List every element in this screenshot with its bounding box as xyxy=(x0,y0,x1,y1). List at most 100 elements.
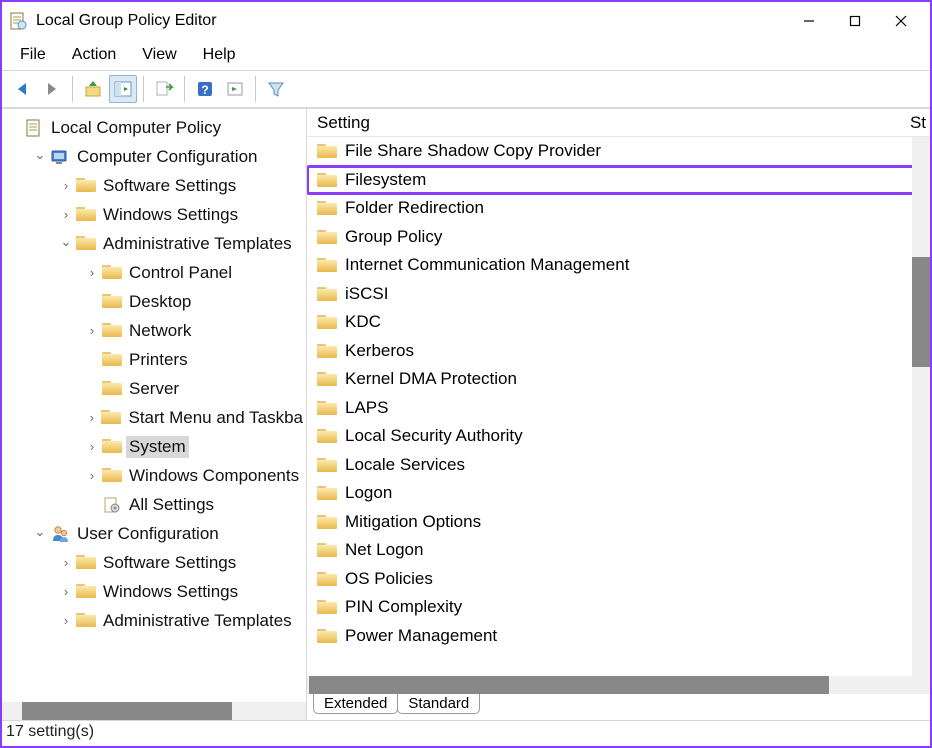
tree-node[interactable]: ›Software Settings xyxy=(2,548,306,577)
filter-button[interactable] xyxy=(262,75,290,103)
tree-node[interactable]: ⌄Administrative Templates xyxy=(2,229,306,258)
tree-node[interactable]: All Settings xyxy=(2,490,306,519)
list-item-label: Locale Services xyxy=(345,455,465,475)
menu-action[interactable]: Action xyxy=(62,44,126,66)
list-horizontal-scrollbar[interactable] xyxy=(307,676,930,694)
list-item[interactable]: PIN Complexity xyxy=(307,593,930,622)
expand-icon[interactable]: › xyxy=(84,439,100,454)
list-item-label: Internet Communication Management xyxy=(345,255,629,275)
folder-icon xyxy=(317,370,337,388)
list-item[interactable]: Net Logon xyxy=(307,536,930,565)
list-item[interactable]: Group Policy xyxy=(307,223,930,252)
expand-icon[interactable]: › xyxy=(58,555,74,570)
forward-button[interactable] xyxy=(38,75,66,103)
tree-node[interactable]: Local Computer Policy xyxy=(2,113,306,142)
folder-icon xyxy=(76,205,96,225)
column-setting[interactable]: Setting xyxy=(307,113,900,133)
tree-node[interactable]: ›Windows Settings xyxy=(2,577,306,606)
help-button[interactable]: ? xyxy=(191,75,219,103)
tree-node[interactable]: ›Windows Components xyxy=(2,461,306,490)
properties-button[interactable] xyxy=(221,75,249,103)
maximize-button[interactable] xyxy=(832,6,878,36)
list-item-label: Logon xyxy=(345,483,392,503)
close-button[interactable] xyxy=(878,6,924,36)
folder-icon xyxy=(317,627,337,645)
up-button[interactable] xyxy=(79,75,107,103)
menu-help[interactable]: Help xyxy=(193,44,246,66)
folder-icon xyxy=(317,199,337,217)
export-button[interactable] xyxy=(150,75,178,103)
tree-node[interactable]: Server xyxy=(2,374,306,403)
tree[interactable]: Local Computer Policy⌄Computer Configura… xyxy=(2,109,306,702)
window-title: Local Group Policy Editor xyxy=(36,12,786,30)
tree-node-label: Local Computer Policy xyxy=(48,117,224,139)
tree-node[interactable]: ›Network xyxy=(2,316,306,345)
tree-node[interactable]: ›Windows Settings xyxy=(2,200,306,229)
main-area: Local Computer Policy⌄Computer Configura… xyxy=(2,108,930,720)
folder-icon xyxy=(102,437,122,457)
menu-file[interactable]: File xyxy=(10,44,56,66)
toolbar: ? xyxy=(2,70,930,108)
tab-extended[interactable]: Extended xyxy=(313,694,398,714)
tree-node[interactable]: › Administrative Templates xyxy=(2,606,306,635)
tree-node[interactable]: ⌄ User Configuration xyxy=(2,519,306,548)
list-item[interactable]: KDC xyxy=(307,308,930,337)
list-body: File Share Shadow Copy ProviderFilesyste… xyxy=(307,137,930,676)
tree-node[interactable]: ›Control Panel xyxy=(2,258,306,287)
list-item[interactable]: OS Policies xyxy=(307,565,930,594)
tree-horizontal-scrollbar[interactable] xyxy=(2,702,306,720)
expand-icon[interactable]: › xyxy=(84,410,99,425)
minimize-button[interactable] xyxy=(786,6,832,36)
list-item[interactable]: File Share Shadow Copy Provider xyxy=(307,137,930,166)
tree-node[interactable]: ⌄ Computer Configuration xyxy=(2,142,306,171)
folder-icon xyxy=(102,379,122,399)
expand-icon[interactable]: › xyxy=(58,178,74,193)
list-item[interactable]: iSCSI xyxy=(307,280,930,309)
list-item-label: Net Logon xyxy=(345,540,423,560)
expand-icon[interactable]: › xyxy=(58,207,74,222)
tree-node[interactable]: ›Start Menu and Taskba xyxy=(2,403,306,432)
folder-icon xyxy=(317,570,337,588)
list-item[interactable]: Kerberos xyxy=(307,337,930,366)
folder-icon xyxy=(76,234,96,254)
list-item[interactable]: Local Security Authority xyxy=(307,422,930,451)
tab-standard[interactable]: Standard xyxy=(397,694,480,714)
menu-view[interactable]: View xyxy=(132,44,186,66)
tree-node[interactable]: Desktop xyxy=(2,287,306,316)
show-hide-tree-button[interactable] xyxy=(109,75,137,103)
list-item[interactable]: Locale Services xyxy=(307,451,930,480)
collapse-icon[interactable]: ⌄ xyxy=(32,147,48,163)
expand-icon[interactable]: › xyxy=(84,323,100,338)
list-item[interactable]: Power Management xyxy=(307,622,930,651)
list-item-label: iSCSI xyxy=(345,284,388,304)
folder-icon xyxy=(102,321,122,341)
expand-icon[interactable]: › xyxy=(84,265,100,280)
column-state[interactable]: St xyxy=(900,113,930,133)
view-tabs: ExtendedStandard xyxy=(307,694,930,720)
tree-node-label: Computer Configuration xyxy=(74,146,260,168)
list-item[interactable]: Logon xyxy=(307,479,930,508)
folder-icon xyxy=(317,228,337,246)
expand-icon[interactable]: › xyxy=(58,613,74,628)
folder-icon xyxy=(102,350,122,370)
list-item[interactable]: Filesystem xyxy=(307,166,930,195)
tree-node-label: Desktop xyxy=(126,291,194,313)
list-item[interactable]: LAPS xyxy=(307,394,930,423)
list-item[interactable]: Internet Communication Management xyxy=(307,251,930,280)
tree-node-label: User Configuration xyxy=(74,523,222,545)
list-item[interactable]: Folder Redirection xyxy=(307,194,930,223)
tree-node-label: Administrative Templates xyxy=(100,610,295,632)
tree-node[interactable]: Printers xyxy=(2,345,306,374)
back-button[interactable] xyxy=(8,75,36,103)
expand-icon[interactable]: › xyxy=(84,468,100,483)
tree-node[interactable]: ›Software Settings xyxy=(2,171,306,200)
expand-icon[interactable]: › xyxy=(58,584,74,599)
collapse-icon[interactable]: ⌄ xyxy=(58,234,74,250)
list-vertical-scrollbar[interactable] xyxy=(912,137,930,676)
list-item[interactable]: Kernel DMA Protection xyxy=(307,365,930,394)
list-item[interactable]: Mitigation Options xyxy=(307,508,930,537)
list-header[interactable]: Setting St xyxy=(307,109,930,137)
list-item-label: Folder Redirection xyxy=(345,198,484,218)
collapse-icon[interactable]: ⌄ xyxy=(32,524,48,540)
tree-node[interactable]: ›System xyxy=(2,432,306,461)
